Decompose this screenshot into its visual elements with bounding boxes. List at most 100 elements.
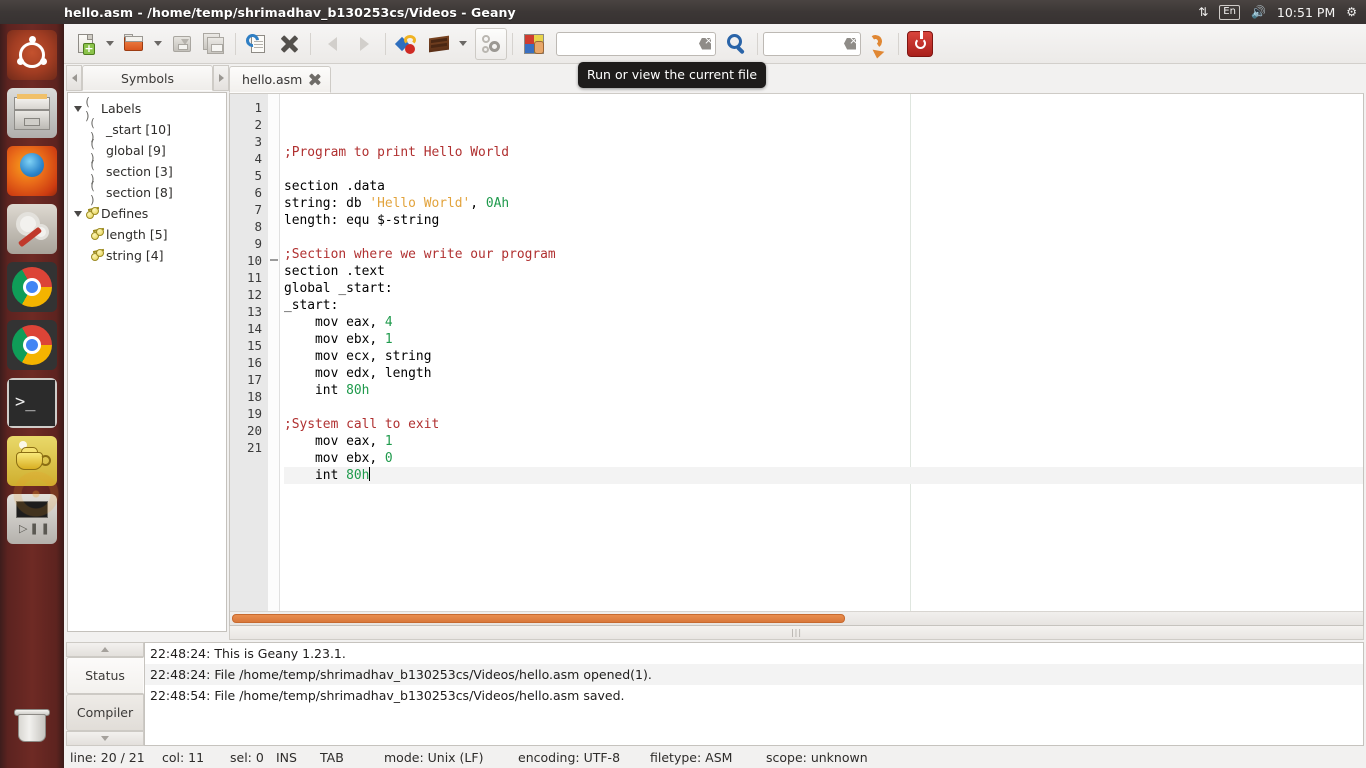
revert-button[interactable] (241, 28, 273, 60)
tab-status[interactable]: Status (66, 657, 144, 694)
volume-icon[interactable]: 🔊 (1251, 6, 1266, 18)
launcher-item-files[interactable] (7, 88, 57, 138)
code-line[interactable] (284, 161, 1363, 178)
close-icon[interactable] (309, 74, 320, 85)
main-body: Symbols ( ) Labels ( ) _start [10] ( ) g… (64, 64, 1366, 640)
code-editor[interactable]: 1 2 3 4 5 6 7 8 9 10 11 12 13 14 15 16 17 18 19 20 21 ;Progr… (229, 93, 1364, 626)
code-line[interactable] (284, 484, 1363, 501)
status-col: col: 11 (162, 749, 205, 765)
color-chooser-icon (522, 32, 546, 56)
clear-goto-icon[interactable] (844, 35, 858, 50)
editor-horizontal-scrollbar[interactable] (230, 611, 1363, 625)
code-token-comment: ;System call to exit (284, 417, 440, 432)
tree-group-defines[interactable]: Defines (71, 203, 223, 224)
new-button[interactable]: + (70, 28, 102, 60)
tree-item-section-8[interactable]: ( ) section [8] (71, 179, 223, 207)
scrollbar-thumb[interactable] (232, 614, 845, 623)
tab-hello-asm[interactable]: hello.asm (229, 66, 332, 93)
tree-item-string[interactable]: string [4] (71, 245, 223, 266)
sidebar-next-tab-button[interactable] (213, 65, 229, 91)
build-button[interactable] (423, 28, 455, 60)
launcher-item-trash[interactable] (7, 702, 57, 752)
toolbar-tooltip: Run or view the current file (578, 62, 767, 88)
tree-item-length[interactable]: length [5] (71, 224, 223, 245)
unity-top-panel: hello.asm - /home/temp/shrimadhav_b13025… (0, 0, 1366, 24)
code-line[interactable]: mov edx, length (284, 365, 1363, 382)
network-updown-icon[interactable]: ⇅ (1198, 6, 1208, 18)
build-dropdown-arrow[interactable] (455, 28, 471, 60)
editor-column: hello.asm 1 2 3 4 5 6 7 8 9 10 11 12 13 14 15 16 17 18 19 2… (229, 64, 1366, 640)
code-line[interactable]: length: equ $-string (284, 212, 1363, 229)
code-line[interactable]: ;Program to print Hello World (284, 144, 1363, 161)
open-button[interactable] (118, 28, 150, 60)
launcher-item-system-settings[interactable] (7, 204, 57, 254)
tree-item-label: Defines (101, 206, 149, 221)
code-line[interactable]: section .text (284, 263, 1363, 280)
code-line[interactable]: mov eax, 1 (284, 433, 1363, 450)
find-button[interactable] (720, 28, 752, 60)
outer-horizontal-scrollbar[interactable]: ||| (229, 626, 1364, 640)
expander-icon[interactable] (71, 210, 84, 217)
code-token-plain: mov ebx, (284, 332, 385, 347)
message-tabs-scroll-down-button[interactable] (66, 730, 144, 746)
launcher-item-media-player[interactable]: ▷❚❚ (7, 494, 57, 544)
code-line[interactable]: mov ecx, string (284, 348, 1363, 365)
message-tabs-scroll-up-button[interactable] (66, 642, 144, 658)
navigate-back-button[interactable] (316, 28, 348, 60)
launcher-item-terminal[interactable]: >_ (7, 378, 57, 428)
code-token-comment: ;Program to print Hello World (284, 145, 510, 160)
code-text-area[interactable]: ;Program to print Hello World section .d… (280, 94, 1363, 611)
build-options-button[interactable] (475, 27, 507, 60)
goto-field-wrap[interactable] (763, 31, 861, 56)
compile-button[interactable] (391, 28, 423, 60)
code-line[interactable]: section .data (284, 178, 1363, 195)
save-button[interactable] (166, 28, 198, 60)
open-dropdown-arrow[interactable] (150, 28, 166, 60)
code-token-plain: length: equ $-string (284, 213, 440, 228)
code-line[interactable]: int 80h (284, 467, 1363, 484)
launcher-item-firefox[interactable] (7, 146, 57, 196)
message-row: 22:48:24: File /home/temp/shrimadhav_b13… (145, 664, 1363, 685)
expander-icon[interactable] (71, 105, 84, 112)
clear-search-icon[interactable] (699, 35, 713, 50)
launcher-item-chrome[interactable] (7, 262, 57, 312)
color-chooser-button[interactable] (518, 28, 550, 60)
code-line[interactable] (284, 399, 1363, 416)
tab-symbols[interactable]: Symbols (82, 65, 213, 91)
code-line[interactable]: mov eax, 4 (284, 314, 1363, 331)
code-line[interactable]: mov ebx, 0 (284, 450, 1363, 467)
code-line[interactable]: _start: (284, 297, 1363, 314)
search-field-wrap[interactable] (556, 31, 716, 56)
trash-icon (7, 702, 57, 752)
system-tray: ⇅ En 🔊 10:51 PM ⚙ (1198, 4, 1366, 20)
new-dropdown-arrow[interactable] (102, 28, 118, 60)
line-number: 15 (246, 338, 262, 353)
code-line[interactable]: mov ebx, 1 (284, 331, 1363, 348)
code-line[interactable]: ;Section where we write our program (284, 246, 1363, 263)
message-row: 22:48:54: File /home/temp/shrimadhav_b13… (150, 688, 625, 703)
jump-to-line-button[interactable] (861, 28, 893, 60)
code-line[interactable]: global _start: (284, 280, 1363, 297)
clock-indicator[interactable]: 10:51 PM (1277, 5, 1335, 20)
code-line[interactable] (284, 229, 1363, 246)
code-line[interactable]: string: db 'Hello World', 0Ah (284, 195, 1363, 212)
save-all-icon (202, 32, 226, 56)
keyboard-layout-indicator[interactable]: En (1219, 4, 1240, 20)
close-button[interactable] (273, 28, 305, 60)
gear-icon[interactable]: ⚙ (1346, 6, 1357, 18)
navigate-forward-button[interactable] (348, 28, 380, 60)
status-message-list[interactable]: 22:48:24: This is Geany 1.23.1. 22:48:24… (144, 642, 1364, 746)
new-document-icon: + (74, 32, 98, 56)
tab-compiler[interactable]: Compiler (66, 694, 144, 731)
code-line[interactable]: int 80h (284, 382, 1363, 399)
code-folding-column[interactable] (268, 94, 280, 611)
sidebar-prev-tab-button[interactable] (66, 65, 82, 91)
save-all-button[interactable] (198, 28, 230, 60)
launcher-item-chrome-2[interactable] (7, 320, 57, 370)
quit-button[interactable] (904, 28, 936, 60)
symbols-tree[interactable]: ( ) Labels ( ) _start [10] ( ) global [9… (67, 92, 227, 632)
code-line[interactable]: ;System call to exit (284, 416, 1363, 433)
launcher-item-ubuntu-dash[interactable] (7, 30, 57, 80)
launcher-item-java-app[interactable] (7, 436, 57, 486)
close-x-icon (277, 32, 301, 56)
